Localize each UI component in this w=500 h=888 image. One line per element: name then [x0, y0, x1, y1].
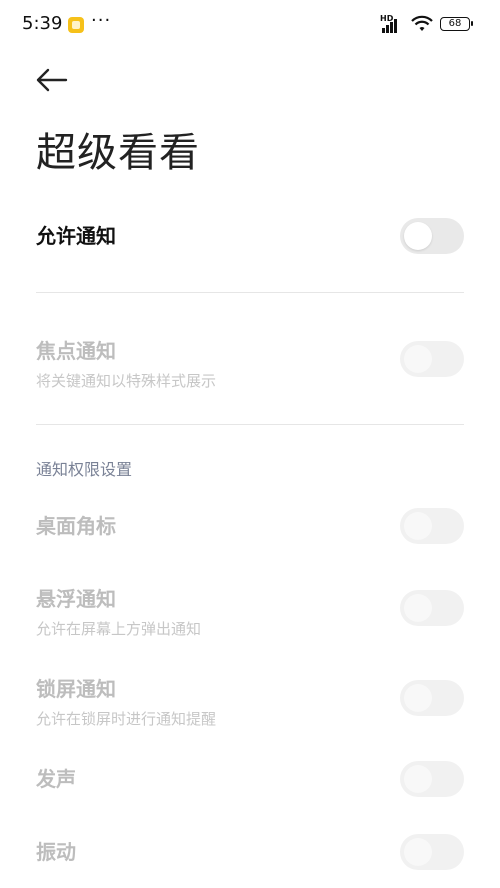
focus-notifications-description: 将关键通知以特殊样式展示: [36, 372, 217, 390]
back-arrow-icon: [36, 68, 68, 92]
wifi-icon: [411, 15, 433, 31]
sound-toggle[interactable]: [400, 761, 464, 797]
floating-notifications-toggle[interactable]: [400, 590, 464, 626]
page-title: 超级看看: [36, 130, 200, 176]
floating-notifications-description: 允许在屏幕上方弹出通知: [36, 620, 202, 638]
more-notifications-icon: ···: [91, 10, 112, 31]
vibrate-row[interactable]: 振动: [36, 834, 464, 870]
badge-toggle[interactable]: [400, 508, 464, 544]
status-time: 5:39: [22, 13, 63, 34]
focus-notifications-row[interactable]: 焦点通知 将关键通知以特殊样式展示: [36, 335, 464, 390]
status-bar: 5:39 ··· HD 68: [0, 0, 500, 48]
divider: [36, 292, 464, 293]
lockscreen-notifications-row[interactable]: 锁屏通知 允许在锁屏时进行通知提醒: [36, 673, 464, 728]
signal-icon: [380, 19, 402, 33]
floating-notifications-row[interactable]: 悬浮通知 允许在屏幕上方弹出通知: [36, 583, 464, 638]
vibrate-toggle[interactable]: [400, 834, 464, 870]
badge-row[interactable]: 桌面角标: [36, 508, 464, 544]
allow-notifications-toggle[interactable]: [400, 218, 464, 254]
notes-app-notification-icon: [68, 17, 84, 33]
lockscreen-notifications-toggle[interactable]: [400, 680, 464, 716]
divider: [36, 424, 464, 425]
sound-row[interactable]: 发声: [36, 761, 464, 797]
focus-notifications-toggle[interactable]: [400, 341, 464, 377]
back-button[interactable]: [32, 62, 72, 98]
allow-notifications-row[interactable]: 允许通知: [36, 216, 464, 256]
lockscreen-notifications-description: 允许在锁屏时进行通知提醒: [36, 710, 217, 728]
battery-icon: 68: [440, 17, 473, 31]
section-header: 通知权限设置: [36, 460, 133, 479]
